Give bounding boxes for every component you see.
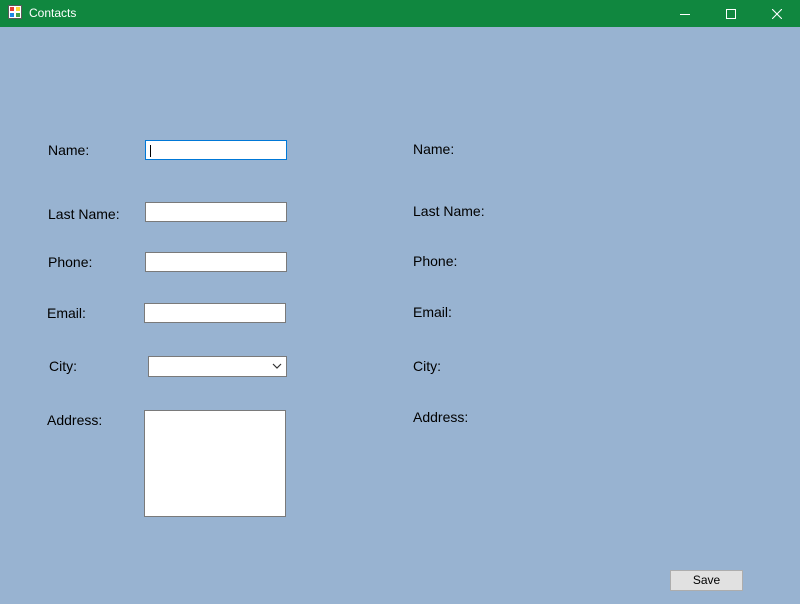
phone-field[interactable]	[145, 252, 287, 272]
save-button[interactable]: Save	[670, 570, 743, 591]
title-bar[interactable]: Contacts	[0, 0, 800, 27]
chevron-down-icon[interactable]	[272, 362, 282, 370]
phone-label: Phone:	[48, 254, 93, 270]
text-caret	[150, 145, 151, 157]
display-email-label: Email:	[413, 304, 452, 320]
display-city-label: City:	[413, 358, 441, 374]
email-label: Email:	[47, 305, 86, 321]
app-icon	[8, 5, 22, 19]
close-button[interactable]	[754, 0, 800, 27]
maximize-icon	[726, 8, 736, 19]
minimize-icon	[680, 13, 690, 15]
display-address-label: Address:	[413, 409, 469, 425]
address-textarea[interactable]	[144, 410, 286, 517]
name-field[interactable]	[145, 140, 287, 160]
name-label: Name:	[48, 142, 90, 158]
last-name-label: Last Name:	[48, 206, 120, 222]
city-select[interactable]	[148, 356, 287, 377]
display-last-name-label: Last Name:	[413, 203, 485, 219]
contacts-window: Contacts Name: Last Name: Phone: Email: …	[0, 0, 800, 604]
maximize-button[interactable]	[708, 0, 754, 27]
close-icon	[772, 8, 782, 19]
display-name-label: Name:	[413, 141, 455, 157]
minimize-button[interactable]	[662, 0, 708, 27]
display-phone-label: Phone:	[413, 253, 458, 269]
email-field[interactable]	[144, 303, 286, 323]
window-title: Contacts	[29, 6, 77, 20]
city-label: City:	[49, 358, 77, 374]
address-label: Address:	[47, 412, 103, 428]
last-name-field[interactable]	[145, 202, 287, 222]
